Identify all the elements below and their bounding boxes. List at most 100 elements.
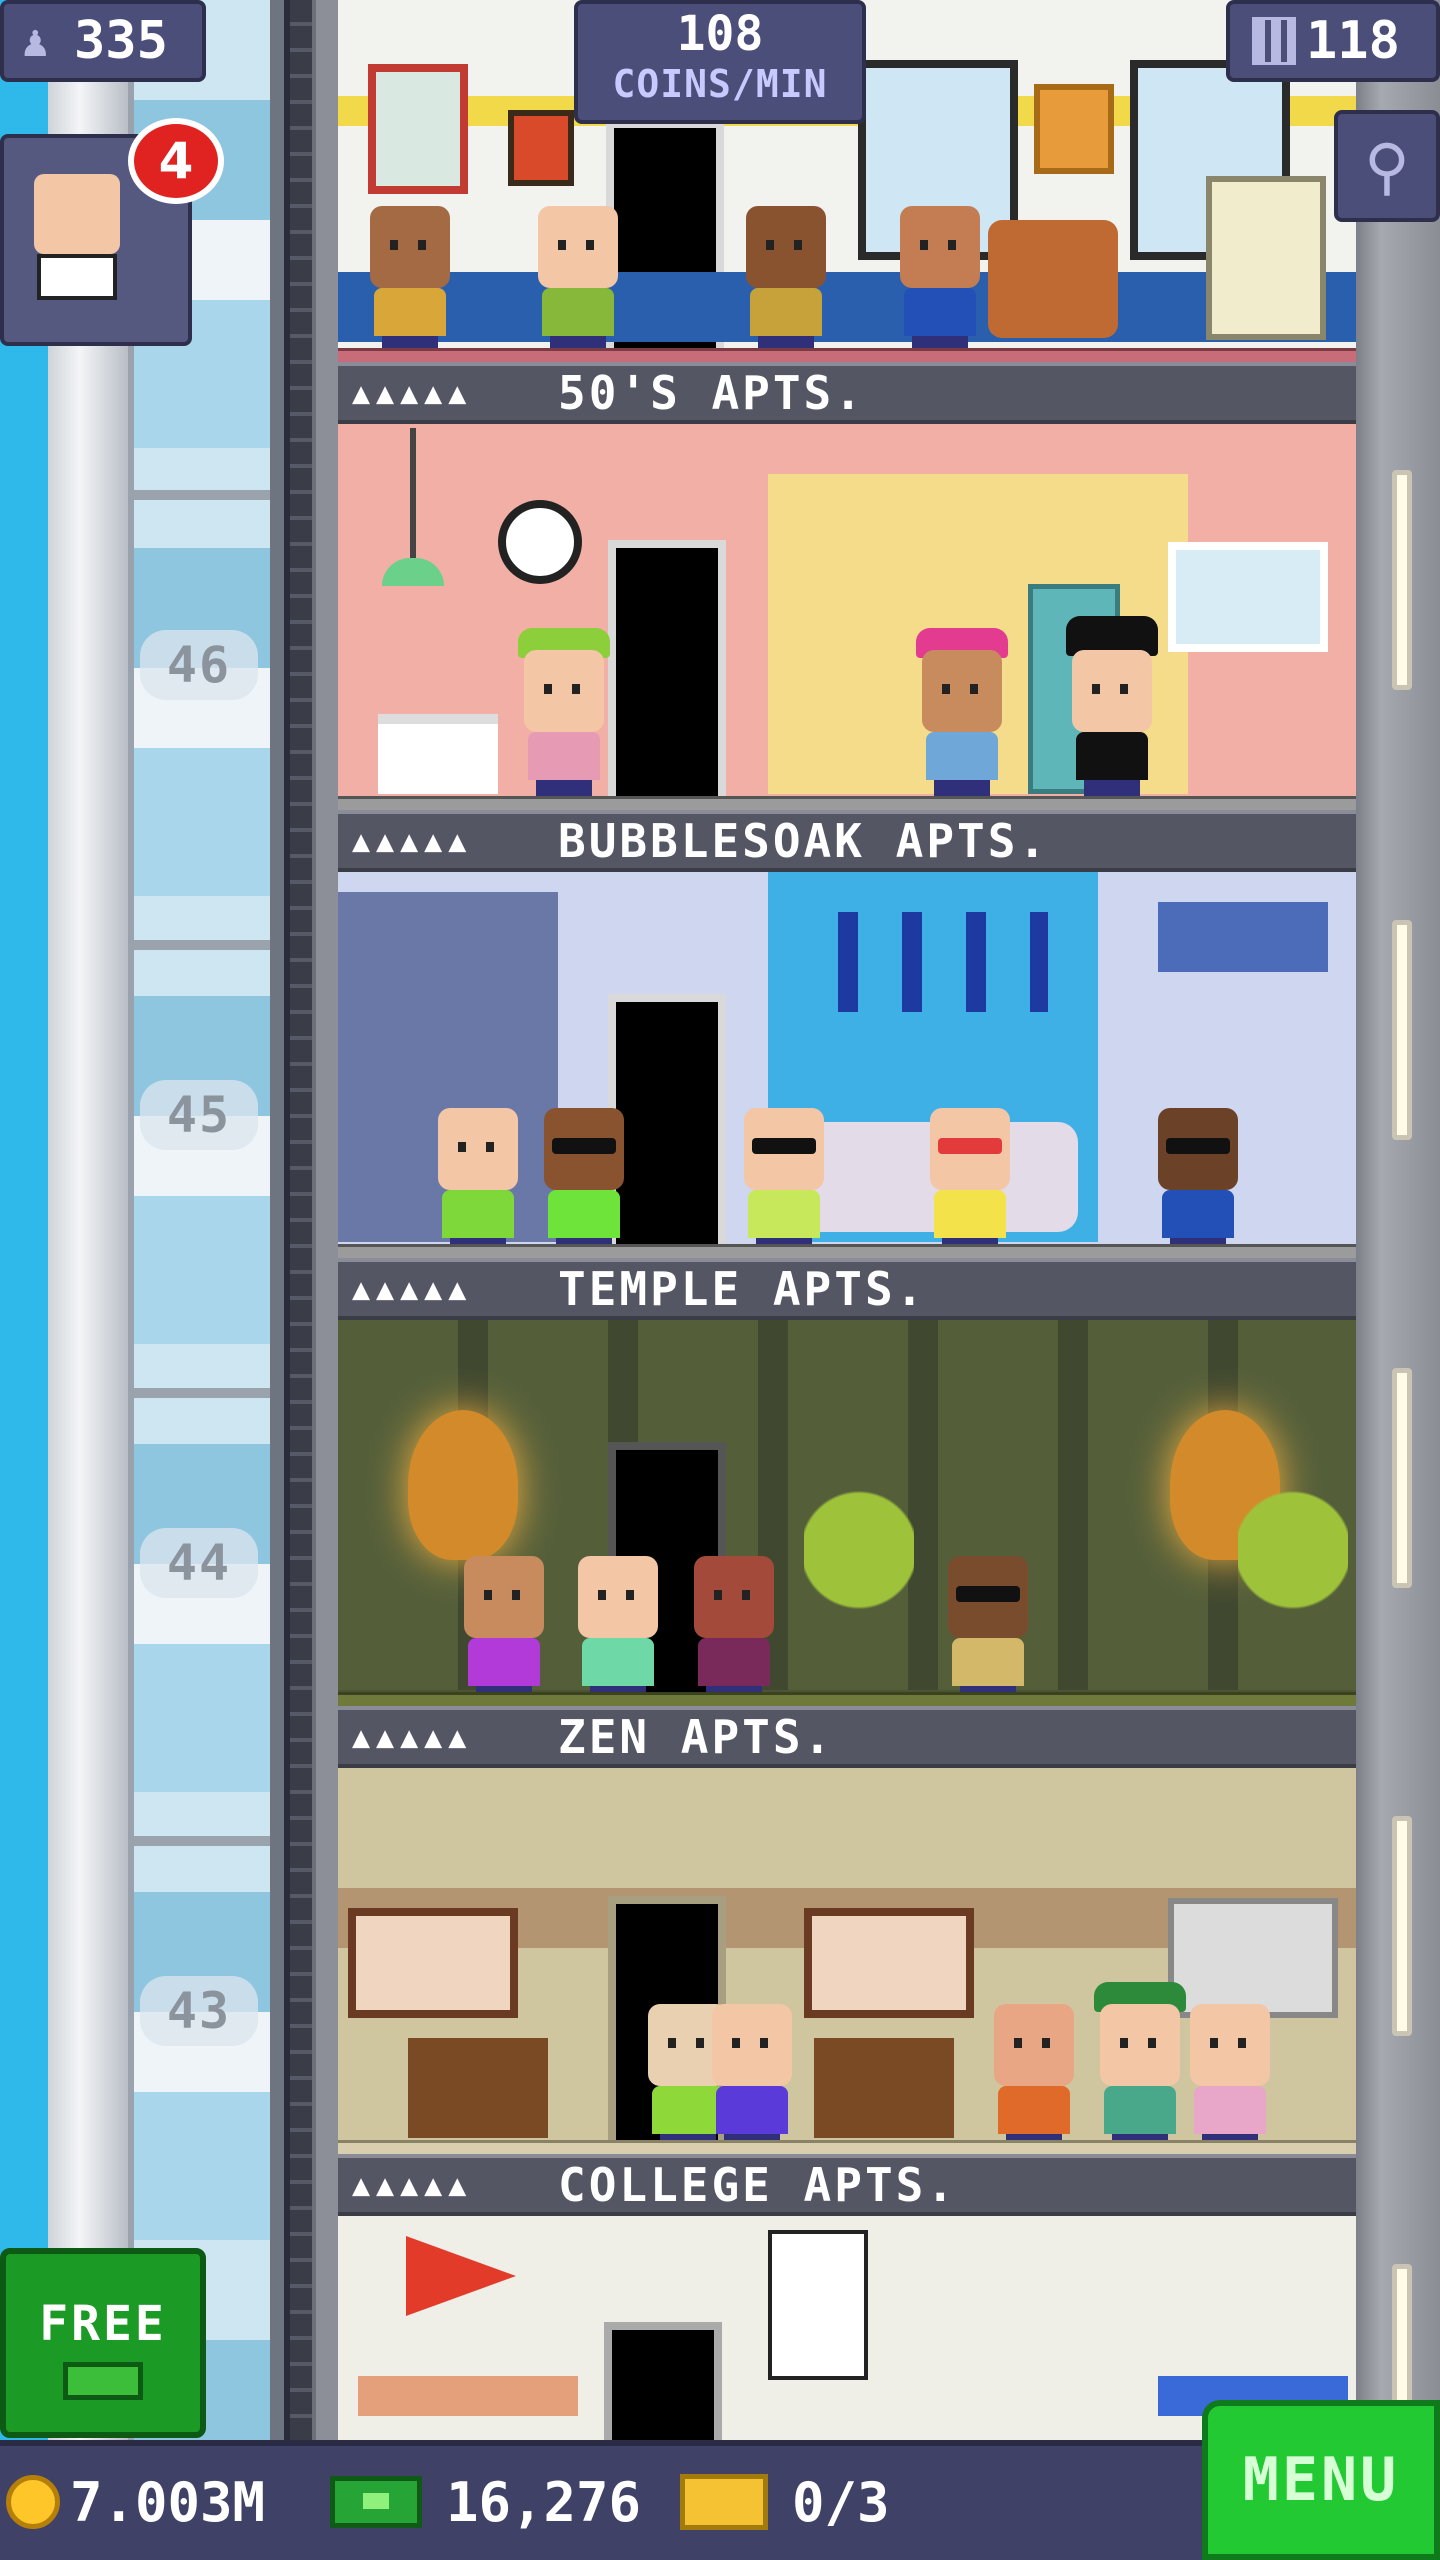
tower-window (1392, 920, 1412, 1140)
free-bux-button[interactable]: FREE (0, 2248, 206, 2438)
bitizen[interactable] (948, 1556, 1028, 1702)
tower-wall-right (1356, 0, 1440, 2440)
bitizen[interactable] (694, 1556, 774, 1702)
bitizen[interactable] (900, 206, 980, 352)
bed (358, 2376, 578, 2416)
coin-icon (6, 2475, 60, 2529)
floor-stars: ▲▲▲▲▲ (352, 1719, 473, 1755)
elevator-door (608, 540, 726, 796)
bitizen[interactable] (1094, 1982, 1186, 2150)
shaft-floor-number: 45 (140, 1080, 258, 1150)
floor-stars: ▲▲▲▲▲ (352, 1271, 473, 1307)
bitizen[interactable] (744, 1108, 824, 1254)
floor-name: TEMPLE APTS. (558, 1262, 927, 1316)
vip-tickets-display[interactable]: 0/3 (680, 2470, 890, 2534)
cabinet (814, 2038, 954, 2138)
elevator-shaft[interactable] (128, 0, 278, 2440)
menu-button[interactable]: MENU (1202, 2400, 1440, 2560)
bitizen[interactable] (916, 628, 1008, 796)
floor-name: ZEN APTS. (558, 1710, 835, 1764)
shaft-floor-divider (134, 490, 272, 500)
sky-background (0, 0, 48, 2440)
visitor-avatar (34, 174, 120, 306)
pennant-flag (406, 2236, 516, 2316)
vip-ticket-icon (680, 2474, 768, 2530)
cabinet (408, 2038, 548, 2138)
elevator-door (604, 2322, 722, 2440)
tower-window (1392, 1816, 1412, 2036)
bitizen[interactable] (930, 1108, 1010, 1254)
potted-plant (1238, 1420, 1348, 1680)
lion-statue (408, 1410, 518, 1560)
bitizen[interactable] (712, 2004, 792, 2150)
bitizen[interactable] (578, 1556, 658, 1702)
search-button[interactable]: ⚲ (1334, 110, 1440, 222)
floor-sign: ▲▲▲▲▲ TEMPLE APTS. (338, 1258, 1356, 1320)
shaft-floor-divider (134, 1388, 272, 1398)
shelf (1158, 902, 1328, 972)
floor-counter[interactable]: 118 (1226, 0, 1440, 82)
side-table (378, 714, 498, 794)
floor-base (338, 796, 1356, 810)
coin-rate-value: 108 (676, 6, 764, 62)
shaft-floor-number: 44 (140, 1528, 258, 1598)
couch (338, 272, 1356, 342)
tower-window (1392, 1368, 1412, 1588)
floor-room-bubblesoak-apts[interactable] (338, 872, 1356, 1258)
elevator-door (608, 994, 726, 1244)
elevator-rail (270, 0, 284, 2440)
tickets-value: 0/3 (792, 2470, 890, 2534)
armchair (988, 220, 1118, 338)
window (1168, 542, 1328, 652)
bitizen[interactable] (518, 628, 610, 796)
floor-name: COLLEGE APTS. (558, 2158, 958, 2212)
coin-rate-unit: COINS/MIN (612, 62, 828, 106)
bitizen[interactable] (370, 206, 450, 352)
tower-wall-left (312, 0, 338, 2440)
bitizen[interactable] (544, 1108, 624, 1254)
tower-window (1392, 470, 1412, 690)
population-value: 335 (74, 11, 168, 71)
bitizen[interactable] (538, 206, 618, 352)
arcade-cabinet (1206, 176, 1326, 340)
floor-room-50s-apts[interactable] (338, 424, 1356, 810)
floor-room-zen-apts[interactable] (338, 1768, 1356, 2154)
floor-sign: ▲▲▲▲▲ COLLEGE APTS. (338, 2154, 1356, 2216)
floor-stars: ▲▲▲▲▲ (352, 375, 473, 411)
bitizen[interactable] (1158, 1108, 1238, 1254)
floor-count-value: 118 (1306, 11, 1400, 71)
floor-name: 50'S APTS. (558, 366, 865, 420)
bitizen[interactable] (464, 1556, 544, 1702)
building-icon (1252, 17, 1296, 65)
floor-sign: ▲▲▲▲▲ BUBBLESOAK APTS. (338, 810, 1356, 872)
bitizen[interactable] (1190, 2004, 1270, 2150)
bitizen[interactable] (438, 1108, 518, 1254)
shaft-floor-divider (134, 1836, 272, 1846)
magnifier-icon: ⚲ (1364, 129, 1410, 203)
floor-stars: ▲▲▲▲▲ (352, 823, 473, 859)
wall-painting (508, 110, 574, 186)
wall-painting (368, 64, 468, 194)
bux-display[interactable]: 16,276 (330, 2470, 641, 2534)
wall-clock-icon (498, 500, 582, 584)
floor-stars: ▲▲▲▲▲ (352, 2167, 473, 2203)
shoji-window (348, 1908, 518, 2018)
floor-base (338, 1692, 1356, 1706)
elevator-cable (290, 0, 312, 2440)
bitizen[interactable] (746, 206, 826, 352)
bitizen[interactable] (1066, 616, 1158, 796)
coin-rate-panel: 108 COINS/MIN (574, 0, 866, 124)
wall-poster (768, 2230, 868, 2380)
visitor-count-badge: 4 (128, 118, 224, 204)
shaft-floor-divider (134, 940, 272, 950)
floor-room-temple-apts[interactable] (338, 1320, 1356, 1706)
bitizen[interactable] (994, 2004, 1074, 2150)
lamp-cord (410, 428, 416, 568)
population-counter[interactable]: ♟ 335 (0, 0, 206, 82)
floor-base (338, 1244, 1356, 1258)
elevator-shaft-frame (48, 0, 128, 2440)
coins-display[interactable]: 7.003M (6, 2470, 265, 2534)
bux-icon (63, 2362, 143, 2400)
floor-room-college-apts[interactable] (338, 2216, 1356, 2440)
shaft-floor-number: 46 (140, 630, 258, 700)
